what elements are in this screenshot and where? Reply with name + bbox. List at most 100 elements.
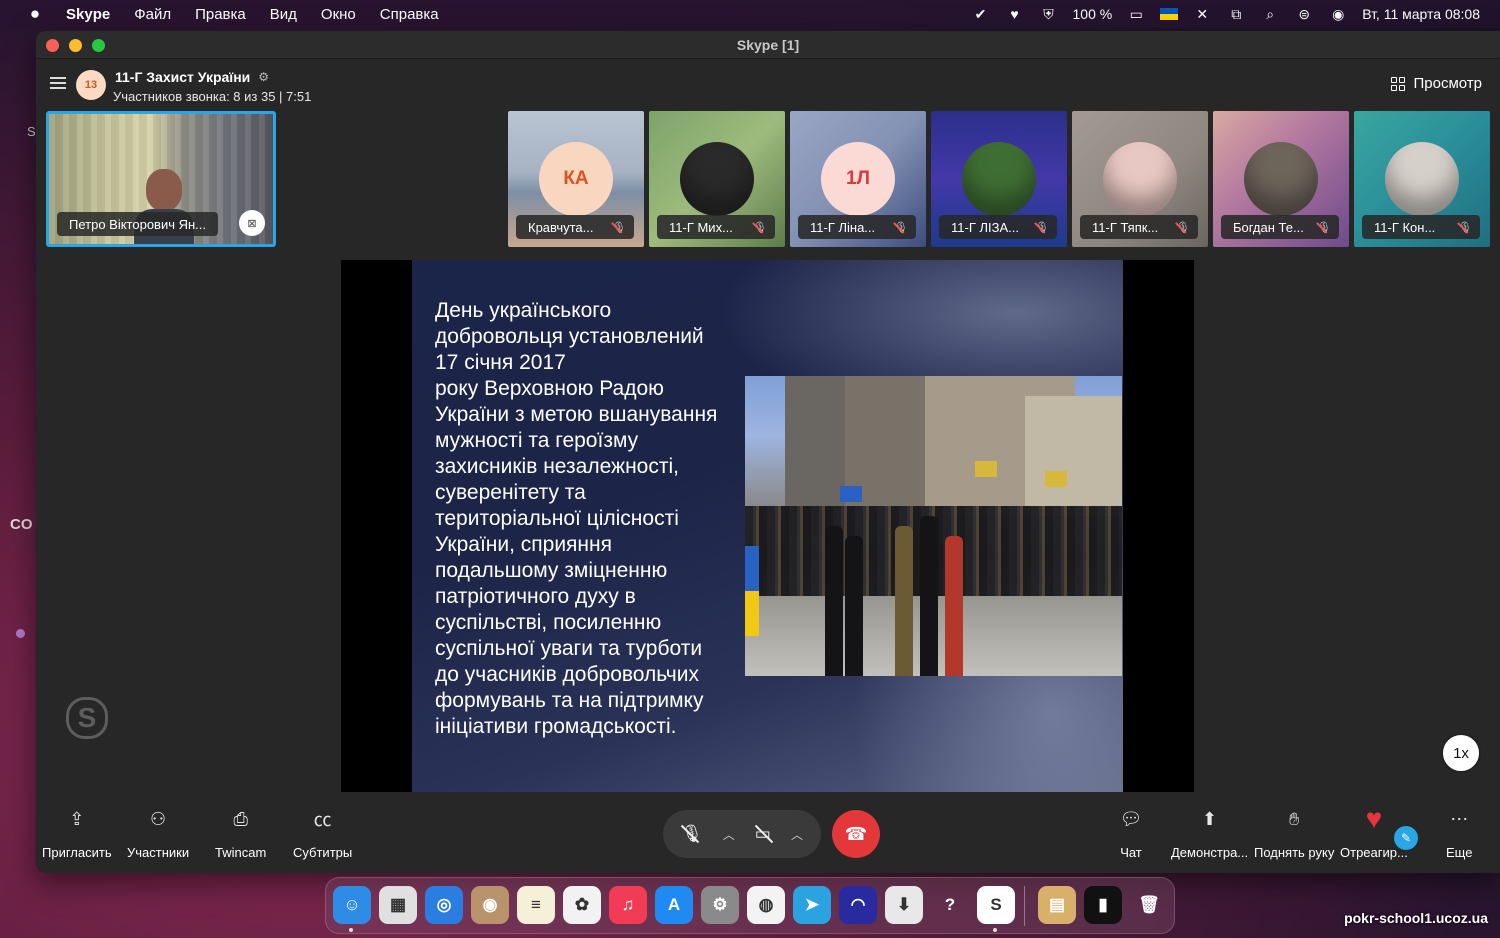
group-title[interactable]: 11-Г Захист України ⚙ — [115, 69, 269, 85]
hand-icon: ✋︎ — [1289, 808, 1300, 829]
menu-edit[interactable]: Правка — [195, 6, 246, 23]
close-window-button[interactable] — [46, 39, 59, 52]
apple-menu-icon[interactable]: ● — [24, 4, 46, 23]
control-center-icon[interactable]: ⊜ — [1294, 5, 1314, 23]
archive-icon[interactable]: ▤ — [1038, 886, 1076, 924]
participant-tile[interactable]: 11-Г Кон... 🎙︎ — [1354, 111, 1490, 247]
twincam-button[interactable]: ⎙ Twincam — [215, 807, 267, 861]
microphone-muted-icon[interactable]: 🎙︎ — [681, 824, 703, 844]
skype-window: Skype [1] 13 11-Г Захист України ⚙ Участ… — [36, 31, 1500, 873]
participant-label: 11-Г Кон... 🎙︎ — [1362, 215, 1480, 239]
share-screen-button[interactable]: ⬆ Демонстра... — [1171, 807, 1248, 861]
keyboard-layout-flag-icon[interactable] — [1160, 8, 1179, 20]
participant-tile[interactable]: Богдан Те... 🎙︎ — [1213, 111, 1349, 247]
checkmark-shield-icon[interactable]: ✔ — [971, 5, 991, 23]
hide-video-icon[interactable]: ⊠ — [239, 210, 265, 236]
participant-name: 11-Г Мих... — [669, 219, 733, 235]
music-icon[interactable]: ♫ — [609, 886, 647, 924]
more-button[interactable]: ⋯ Еще — [1446, 807, 1473, 861]
menu-help[interactable]: Справка — [380, 6, 439, 23]
gear-icon[interactable]: ⚙ — [258, 70, 269, 84]
view-button[interactable]: Просмотр — [1391, 75, 1482, 92]
pen-icon[interactable]: ✎ — [1394, 826, 1418, 850]
menu-window[interactable]: Окно — [321, 6, 356, 23]
subtitles-button[interactable]: ㏄ Субтитры — [293, 807, 352, 860]
installer-icon[interactable]: ⬇ — [885, 886, 923, 924]
chat-button[interactable]: 💬︎ Чат — [1119, 807, 1143, 861]
participants-button[interactable]: ⚇ Участники — [127, 807, 189, 861]
site-watermark: pokr-school1.ucoz.ua — [1344, 910, 1488, 926]
chat-label: Чат — [1120, 845, 1142, 860]
participant-label: 11-Г Мих... 🎙︎ — [657, 215, 775, 239]
launchpad-icon[interactable]: ▦ — [379, 886, 417, 924]
app-store-icon[interactable]: A — [655, 886, 693, 924]
chrome-icon[interactable]: ◍ — [747, 886, 785, 924]
muted-mic-icon: 🎙︎ — [894, 221, 908, 234]
trash-icon[interactable]: 🗑 — [1130, 886, 1168, 924]
invite-label: Пригласить — [42, 845, 112, 860]
end-call-button[interactable]: ☎ — [832, 810, 880, 858]
menu-hamburger-icon[interactable] — [50, 77, 66, 89]
invite-button[interactable]: ⇪ Пригласить — [42, 807, 112, 861]
telegram-icon[interactable]: ➤ — [793, 886, 831, 924]
avatar — [962, 142, 1036, 216]
twincam-label: Twincam — [215, 845, 267, 860]
participant-tile[interactable]: 11-Г Тяпк... 🎙︎ — [1072, 111, 1208, 247]
participant-tile[interactable]: КА Кравчута... 🎙︎ — [508, 111, 644, 247]
group-avatar[interactable]: 13 — [76, 70, 106, 100]
vpn-icon[interactable]: ⛨ — [1039, 5, 1059, 23]
notes-icon[interactable]: ≡ — [517, 886, 555, 924]
participant-label: 11-Г Тяпк... 🎙︎ — [1080, 215, 1198, 239]
screen-mirroring-icon[interactable]: ⧉ — [1226, 5, 1246, 23]
self-video-tile[interactable]: Петро Вікторович Ян... ⊠ — [46, 111, 276, 247]
terminal-app-icon[interactable]: ▮ — [1084, 886, 1122, 924]
contacts-icon[interactable]: ◉ — [471, 886, 509, 924]
participant-name: 11-Г Тяпк... — [1092, 219, 1159, 235]
participant-name: 11-Г Кон... — [1374, 219, 1436, 235]
spotlight-search-icon[interactable]: ⌕ — [1260, 5, 1280, 23]
heart-chat-icon[interactable]: ♥ — [1005, 5, 1025, 23]
menu-bar: ● Skype Файл Правка Вид Окно Справка ✔ ♥… — [0, 0, 1500, 28]
siri-icon[interactable]: ◉ — [1328, 5, 1348, 23]
minimize-window-button[interactable] — [69, 39, 82, 52]
closed-captions-icon: ㏄ — [313, 810, 332, 830]
avatar — [1244, 142, 1318, 216]
muted-mic-icon: 🎙︎ — [612, 221, 626, 234]
ukraine-flag-image — [745, 546, 759, 636]
muted-mic-icon: 🎙︎ — [1176, 221, 1190, 234]
more-label: Еще — [1446, 845, 1473, 860]
maximize-window-button[interactable] — [92, 39, 105, 52]
bluetooth-off-icon[interactable]: ✕ — [1192, 5, 1212, 23]
podcast-app-icon[interactable]: ◠ — [839, 886, 877, 924]
raise-hand-button[interactable]: ✋︎ Поднять руку — [1254, 807, 1335, 861]
participant-label: 11-Г ЛІЗА... 🎙︎ — [939, 215, 1057, 239]
participant-tile[interactable]: 11-Г ЛІЗА... 🎙︎ — [931, 111, 1067, 247]
participant-label: Кравчута... 🎙︎ — [516, 215, 634, 239]
menu-file[interactable]: Файл — [134, 6, 171, 23]
participant-name: Кравчута... — [528, 219, 594, 235]
playback-speed-button[interactable]: 1x — [1441, 733, 1481, 773]
settings-icon[interactable]: ⚙ — [701, 886, 739, 924]
raise-hand-label: Поднять руку — [1254, 845, 1335, 860]
title-bar[interactable]: Skype [1] — [36, 31, 1500, 59]
chevron-up-icon[interactable]: ︿ — [723, 826, 735, 843]
call-header: 13 11-Г Захист України ⚙ Участников звон… — [36, 60, 1500, 110]
camera-off-icon[interactable]: ▭ — [755, 824, 771, 844]
self-tile-name: Петро Вікторович Ян... — [57, 212, 219, 236]
skype-icon[interactable]: S — [977, 886, 1015, 924]
grid-view-icon — [1391, 76, 1406, 91]
safari-icon[interactable]: ◎ — [425, 886, 463, 924]
participant-tile[interactable]: 11-Г Мих... 🎙︎ — [649, 111, 785, 247]
menu-clock[interactable]: Вт, 11 марта 08:08 — [1362, 6, 1480, 22]
muted-mic-icon: 🎙︎ — [1458, 221, 1472, 234]
finder-icon[interactable]: ☺ — [333, 886, 371, 924]
battery-icon[interactable]: ▭ — [1126, 5, 1146, 23]
participant-tile[interactable]: 1Л 11-Г Ліна... 🎙︎ — [790, 111, 926, 247]
photos-icon[interactable]: ✿ — [563, 886, 601, 924]
menu-app-name[interactable]: Skype — [66, 6, 110, 23]
chevron-up-icon[interactable]: ︿ — [791, 826, 803, 843]
participant-name: Богдан Те... — [1233, 219, 1304, 235]
desktop-partial-label: CO — [10, 516, 33, 533]
menu-view[interactable]: Вид — [270, 6, 297, 23]
help-icon[interactable]: ? — [931, 886, 969, 924]
